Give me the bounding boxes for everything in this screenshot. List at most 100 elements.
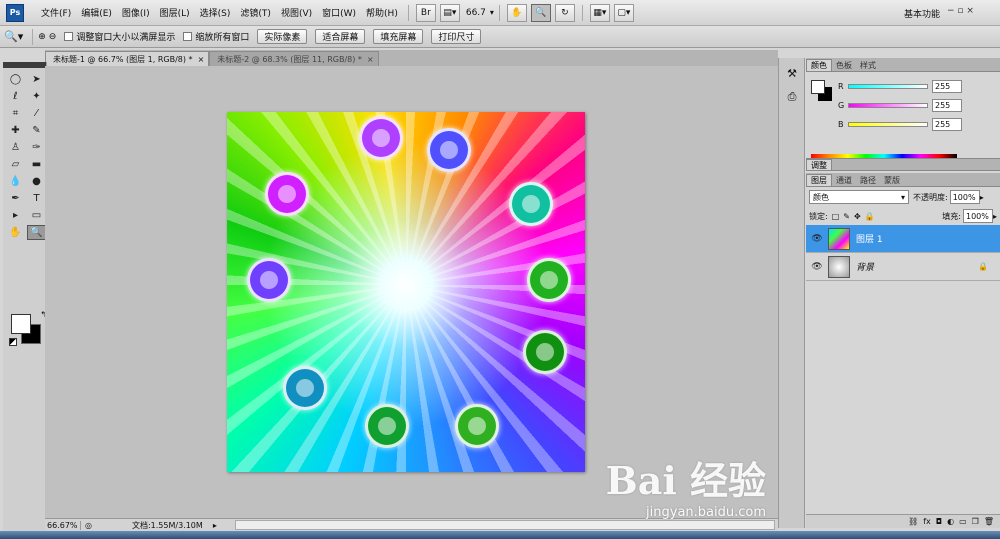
menu-edit[interactable]: 编辑(E) [76,6,117,19]
fill-field[interactable]: 100% [962,209,993,223]
crop-tool-icon[interactable]: ⌗ [6,106,25,121]
tab-swatches[interactable]: 色板 [832,59,856,71]
eyedropper-tool-icon[interactable]: ⁄ [27,106,46,121]
close-icon[interactable]: × [367,55,374,64]
workspace-switcher[interactable]: 基本功能 [904,7,940,20]
zoom-all-windows-checkbox[interactable]: 缩放所有窗口 [183,30,249,43]
hand-tool-icon[interactable]: ✋ [6,225,25,240]
marquee-tool-icon[interactable]: ◯ [6,72,25,87]
gradient-tool-icon[interactable]: ▬ [27,157,46,172]
status-info-icon[interactable]: ◎ [85,521,92,530]
eraser-tool-icon[interactable]: ▱ [6,157,25,172]
actual-pixels-button[interactable]: 实际像素 [257,29,308,44]
zoom-tool-icon[interactable]: 🔍 [530,3,551,22]
checkbox[interactable] [183,32,193,41]
group-icon[interactable]: ▭ [959,517,967,526]
eye-icon[interactable]: 👁 [810,262,824,272]
tab-channels[interactable]: 通道 [832,174,856,186]
zoom-tool-icon[interactable]: 🔍 [27,225,46,240]
menu-view[interactable]: 视图(V) [276,6,317,19]
lock-position-icon[interactable]: ✥ [854,212,861,221]
lock-transparent-icon[interactable]: □ [832,212,840,221]
history-brush-tool-icon[interactable]: ✑ [27,140,46,155]
layer-row-background[interactable]: 👁 背景 🔒 [806,253,1000,281]
tab-masks[interactable]: 蒙版 [880,174,904,186]
resize-windows-checkbox[interactable]: 调整窗口大小以满屏显示 [64,30,175,43]
layer-name[interactable]: 图层 1 [856,232,883,245]
menu-help[interactable]: 帮助(H) [361,6,403,19]
tab-styles[interactable]: 样式 [856,59,880,71]
status-zoom[interactable]: 66.67% [45,520,81,530]
layer-row-layer-1[interactable]: 👁 图层 1 [806,225,1000,253]
r-slider[interactable] [848,84,928,89]
zoom-out-icon[interactable]: ⊖ [49,32,57,42]
mask-icon[interactable]: ◘ [936,517,942,526]
menu-layer[interactable]: 图层(L) [155,6,195,19]
healing-brush-tool-icon[interactable]: ✚ [6,123,25,138]
opacity-arrow-icon[interactable]: ▸ [980,193,984,202]
path-select-tool-icon[interactable]: ▸ [6,208,25,223]
fx-icon[interactable]: fx [923,517,931,526]
hand-tool-icon[interactable]: ✋ [506,3,527,22]
view-extras-button[interactable]: ▤▾ [439,3,460,22]
type-tool-icon[interactable]: T [27,191,46,206]
lock-image-icon[interactable]: ✎ [843,212,850,221]
screen-mode-icon[interactable]: ▢▾ [613,3,634,22]
tab-paths[interactable]: 路径 [856,174,880,186]
fit-screen-button[interactable]: 适合屏幕 [315,29,366,44]
shape-tool-icon[interactable]: ▭ [27,208,46,223]
g-value-field[interactable]: 255 [932,99,962,112]
opacity-field[interactable]: 100% [949,190,980,204]
document-image[interactable] [227,112,585,472]
eye-icon[interactable]: 👁 [810,234,824,244]
bridge-button[interactable]: Br [415,3,436,22]
b-slider[interactable] [848,122,928,127]
foreground-color-swatch[interactable] [811,80,825,94]
blur-tool-icon[interactable]: 💧 [6,174,25,189]
default-colors-icon[interactable] [9,338,17,346]
b-value-field[interactable]: 255 [932,118,962,131]
clone-stamp-tool-icon[interactable]: ♙ [6,140,25,155]
lock-all-icon[interactable]: 🔒 [865,212,875,221]
canvas-area[interactable]: Bai 经验 jingyan.baidu.com [45,66,778,520]
arrange-documents-icon[interactable]: ▦▾ [589,3,610,22]
move-tool-icon[interactable]: ➤ [27,72,46,87]
r-value-field[interactable]: 255 [932,80,962,93]
trash-icon[interactable]: 🗑 [984,517,994,526]
tab-document-2[interactable]: 未标题-2 @ 68.3% (图层 11, RGB/8) * × [209,51,379,66]
magic-wand-tool-icon[interactable]: ✦ [27,89,46,104]
fill-screen-button[interactable]: 填充屏幕 [373,29,424,44]
layer-name[interactable]: 背景 [856,260,874,273]
pen-tool-icon[interactable]: ✒ [6,191,25,206]
adjustment-icon[interactable]: ◐ [947,517,954,526]
zoom-level[interactable]: 66.7 [462,8,490,18]
foreground-color-swatch[interactable] [11,314,31,334]
close-icon[interactable]: × [198,55,205,64]
horizontal-scrollbar[interactable] [235,520,775,530]
blend-mode-select[interactable]: 颜色 ▾ [809,190,909,204]
menu-filter[interactable]: 滤镜(T) [235,6,276,19]
menu-file[interactable]: 文件(F) [36,6,76,19]
tool-presets-icon[interactable]: ⚒ [782,64,802,82]
menu-window[interactable]: 窗口(W) [317,6,361,19]
lasso-tool-icon[interactable]: ℓ [6,89,25,104]
tab-adjustments[interactable]: 调整 [806,159,832,170]
tab-document-1[interactable]: 未标题-1 @ 66.7% (图层 1, RGB/8) * × [45,51,210,66]
checkbox[interactable] [64,32,74,41]
menu-select[interactable]: 选择(S) [195,6,236,19]
link-icon[interactable]: ⛓ [908,517,918,526]
rotate-view-icon[interactable]: ↻ [554,3,575,22]
g-slider[interactable] [848,103,928,108]
new-layer-icon[interactable]: ❐ [972,517,979,526]
status-menu-icon[interactable]: ▸ [213,521,217,530]
chevron-down-icon[interactable]: ▾ [490,8,494,17]
zoom-preset-icon[interactable]: 🔍▾ [4,30,23,43]
tab-layers[interactable]: 图层 [806,174,832,186]
window-controls[interactable]: − ▫ × [947,6,974,16]
tab-color[interactable]: 颜色 [806,59,832,71]
zoom-in-icon[interactable]: ⊕ [38,32,46,42]
fill-arrow-icon[interactable]: ▸ [993,212,997,221]
dodge-tool-icon[interactable]: ● [27,174,46,189]
menu-image[interactable]: 图像(I) [117,6,155,19]
print-size-button[interactable]: 打印尺寸 [431,29,482,44]
